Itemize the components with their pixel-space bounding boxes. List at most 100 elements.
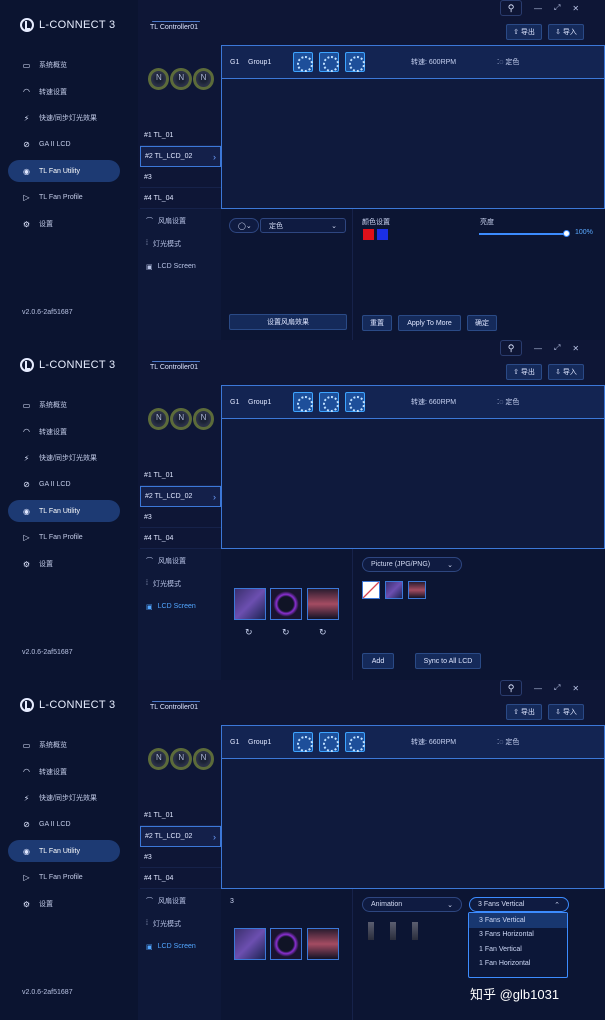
- nav-item-6[interactable]: ⚙ 设置: [8, 213, 120, 235]
- fan-icon[interactable]: [319, 732, 339, 752]
- nav-item-6[interactable]: ⚙ 设置: [8, 553, 120, 575]
- import-button[interactable]: ⇩ 导入: [548, 364, 584, 380]
- maximize-icon[interactable]: ⤢: [554, 343, 560, 353]
- controller-title[interactable]: TL Controller01: [150, 361, 200, 371]
- color-swatch-blue[interactable]: [377, 229, 388, 240]
- port-item-3[interactable]: #3: [140, 847, 221, 868]
- lcd-thumb-1[interactable]: [234, 588, 266, 620]
- export-button[interactable]: ⇧ 导出: [506, 24, 542, 40]
- port-item-2[interactable]: #2 TL_LCD_02: [140, 826, 221, 847]
- nav-item-1[interactable]: ◠ 转速设置: [8, 761, 120, 783]
- minimize-icon[interactable]: —: [534, 684, 542, 693]
- fan-icon[interactable]: [293, 52, 313, 72]
- layout-option-2[interactable]: 1 Fan Vertical: [469, 942, 567, 957]
- fan-icon[interactable]: [293, 732, 313, 752]
- nav-item-2[interactable]: ⚡ 快速/同步灯光效果: [8, 787, 120, 809]
- nav-item-4[interactable]: ◉ TL Fan Utility: [8, 160, 120, 182]
- image-thumb-1[interactable]: [362, 581, 380, 599]
- bottom-menu-item-2[interactable]: ▣ LCD Screen: [138, 255, 221, 278]
- export-button[interactable]: ⇧ 导出: [506, 364, 542, 380]
- nav-item-0[interactable]: ▭ 系统概览: [8, 394, 120, 416]
- nav-item-4[interactable]: ◉ TL Fan Utility: [8, 840, 120, 862]
- lcd-thumb-3[interactable]: [307, 928, 339, 960]
- color-swatch-red[interactable]: [363, 229, 374, 240]
- minimize-icon[interactable]: —: [534, 4, 542, 13]
- rotate-icon[interactable]: ↻: [282, 627, 290, 638]
- layout-option-1[interactable]: 3 Fans Horizontal: [469, 928, 567, 943]
- nav-item-6[interactable]: ⚙ 设置: [8, 893, 120, 915]
- nav-item-5[interactable]: ▷ TL Fan Profile: [8, 187, 120, 209]
- nav-item-3[interactable]: ⊘ GA II LCD: [8, 134, 120, 156]
- fan-icon[interactable]: [345, 52, 365, 72]
- image-thumb-2[interactable]: [385, 581, 403, 599]
- maximize-icon[interactable]: ⤢: [554, 683, 560, 693]
- animation-thumb-3[interactable]: [412, 922, 418, 940]
- port-item-1[interactable]: #1 TL_01: [140, 465, 221, 486]
- port-item-4[interactable]: #4 TL_04: [140, 528, 221, 549]
- lcd-thumb-1[interactable]: [234, 928, 266, 960]
- source-type-select[interactable]: Picture (JPG/PNG) ⌄: [362, 557, 462, 572]
- bottom-menu-item-1[interactable]: ⁞ 灯光模式: [138, 912, 221, 935]
- brightness-knob[interactable]: [563, 230, 570, 237]
- reset-button[interactable]: 重置: [362, 315, 392, 331]
- sync-all-lcd-button[interactable]: Sync to All LCD: [415, 653, 481, 669]
- nav-item-1[interactable]: ◠ 转速设置: [8, 81, 120, 103]
- brightness-slider[interactable]: [479, 233, 567, 235]
- fan-icon[interactable]: [319, 52, 339, 72]
- export-button[interactable]: ⇧ 导出: [506, 704, 542, 720]
- mode-select[interactable]: 定色 ⌄: [260, 218, 346, 233]
- fan-icon[interactable]: [345, 392, 365, 412]
- apply-to-more-button[interactable]: Apply To More: [398, 315, 461, 331]
- bulb-icon[interactable]: ⚲: [500, 0, 522, 16]
- group-row[interactable]: G1 Group1 转速: 600RPM ⁚◌ 定色: [222, 46, 604, 79]
- bottom-menu-item-2[interactable]: ▣ LCD Screen: [138, 595, 221, 618]
- bottom-menu-item-0[interactable]: ⌒ 风扇设置: [138, 209, 221, 232]
- port-item-2[interactable]: #2 TL_LCD_02: [140, 146, 221, 167]
- fan-icon[interactable]: [345, 732, 365, 752]
- controller-title[interactable]: TL Controller01: [150, 701, 200, 711]
- nav-item-5[interactable]: ▷ TL Fan Profile: [8, 527, 120, 549]
- close-icon[interactable]: ✕: [572, 344, 579, 353]
- add-button[interactable]: Add: [362, 653, 394, 669]
- group-row[interactable]: G1 Group1 转速: 660RPM ⁚◌ 定色: [222, 726, 604, 759]
- fan-icon[interactable]: [319, 392, 339, 412]
- port-item-3[interactable]: #3: [140, 507, 221, 528]
- fan-icon[interactable]: [293, 392, 313, 412]
- animation-select[interactable]: Animation ⌄: [362, 897, 462, 912]
- import-button[interactable]: ⇩ 导入: [548, 704, 584, 720]
- port-item-3[interactable]: #3: [140, 167, 221, 188]
- nav-item-2[interactable]: ⚡ 快速/同步灯光效果: [8, 107, 120, 129]
- lcd-thumb-2[interactable]: [270, 588, 302, 620]
- nav-item-0[interactable]: ▭ 系统概览: [8, 54, 120, 76]
- nav-item-3[interactable]: ⊘ GA II LCD: [8, 474, 120, 496]
- rotate-icon[interactable]: ↻: [319, 627, 327, 638]
- close-icon[interactable]: ✕: [572, 4, 579, 13]
- animation-thumb-1[interactable]: [368, 922, 374, 940]
- direction-select[interactable]: ◯ ⌄: [229, 218, 259, 233]
- bottom-menu-item-2[interactable]: ▣ LCD Screen: [138, 935, 221, 958]
- nav-item-2[interactable]: ⚡ 快速/同步灯光效果: [8, 447, 120, 469]
- maximize-icon[interactable]: ⤢: [554, 3, 560, 13]
- animation-thumb-2[interactable]: [390, 922, 396, 940]
- bulb-icon[interactable]: ⚲: [500, 340, 522, 356]
- bottom-menu-item-1[interactable]: ⁞ 灯光模式: [138, 232, 221, 255]
- bottom-menu-item-0[interactable]: ⌒ 风扇设置: [138, 549, 221, 572]
- port-item-1[interactable]: #1 TL_01: [140, 805, 221, 826]
- minimize-icon[interactable]: —: [534, 344, 542, 353]
- group-row[interactable]: G1 Group1 转速: 660RPM ⁚◌ 定色: [222, 386, 604, 419]
- nav-item-5[interactable]: ▷ TL Fan Profile: [8, 867, 120, 889]
- close-icon[interactable]: ✕: [572, 684, 579, 693]
- nav-item-3[interactable]: ⊘ GA II LCD: [8, 814, 120, 836]
- import-button[interactable]: ⇩ 导入: [548, 24, 584, 40]
- confirm-button[interactable]: 确定: [467, 315, 497, 331]
- layout-option-0[interactable]: 3 Fans Vertical: [469, 913, 567, 928]
- port-item-2[interactable]: #2 TL_LCD_02: [140, 486, 221, 507]
- controller-title[interactable]: TL Controller01: [150, 21, 200, 31]
- port-item-1[interactable]: #1 TL_01: [140, 125, 221, 146]
- bottom-menu-item-1[interactable]: ⁞ 灯光模式: [138, 572, 221, 595]
- rotate-icon[interactable]: ↻: [245, 627, 253, 638]
- lcd-thumb-3[interactable]: [307, 588, 339, 620]
- bulb-icon[interactable]: ⚲: [500, 680, 522, 696]
- port-item-4[interactable]: #4 TL_04: [140, 188, 221, 209]
- nav-item-4[interactable]: ◉ TL Fan Utility: [8, 500, 120, 522]
